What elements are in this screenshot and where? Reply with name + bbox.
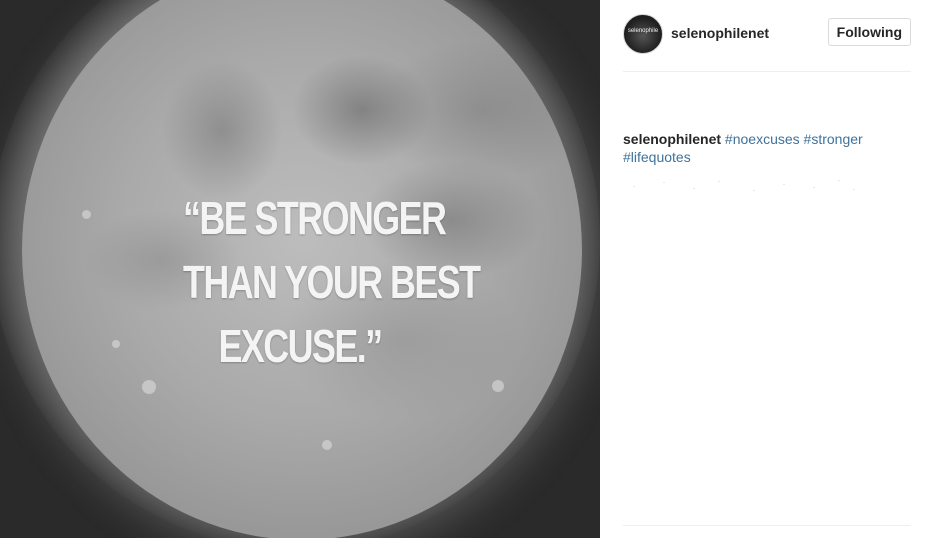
hashtag-link[interactable]: #stronger bbox=[804, 131, 863, 147]
quote-line: THAN YOUR BEST bbox=[183, 256, 481, 308]
post-sidebar: selenophile selenophilenet Following sel… bbox=[600, 0, 932, 538]
post-header: selenophile selenophilenet Following bbox=[623, 14, 911, 54]
caption: selenophilenet #noexcuses #stronger #lif… bbox=[623, 130, 893, 166]
post-image[interactable]: “BE STRONGER THAN YOUR BEST EXCUSE.” bbox=[0, 0, 600, 538]
quote-line: EXCUSE.” bbox=[218, 320, 384, 372]
following-button[interactable]: Following bbox=[827, 18, 911, 46]
crater bbox=[322, 440, 332, 450]
avatar-logo-text: selenophile bbox=[627, 28, 659, 34]
quote-text: “BE STRONGER THAN YOUR BEST EXCUSE.” bbox=[183, 186, 481, 378]
hashtag-link[interactable]: #lifequotes bbox=[623, 149, 691, 165]
divider bbox=[623, 525, 911, 526]
username-link[interactable]: selenophilenet bbox=[671, 25, 769, 41]
hashtag-link[interactable]: #noexcuses bbox=[725, 131, 800, 147]
crater bbox=[492, 380, 504, 392]
divider bbox=[623, 71, 911, 72]
crater bbox=[82, 210, 91, 219]
caption-username[interactable]: selenophilenet bbox=[623, 131, 721, 147]
quote-line: “BE STRONGER bbox=[183, 192, 447, 244]
crater bbox=[142, 380, 156, 394]
avatar[interactable]: selenophile bbox=[623, 14, 663, 54]
crater bbox=[112, 340, 120, 348]
faint-speckles bbox=[623, 178, 863, 208]
